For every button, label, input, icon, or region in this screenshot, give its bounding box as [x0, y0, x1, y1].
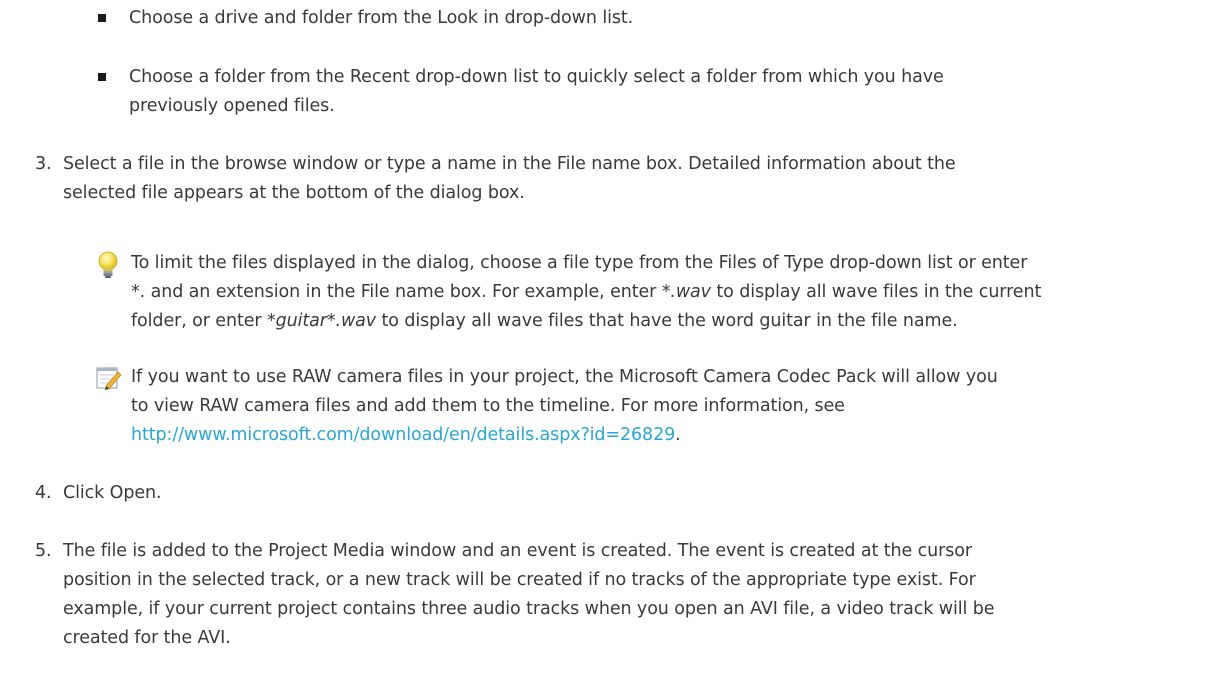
- tip-text-segment: folder, or enter: [131, 311, 267, 331]
- tip-text-line3: folder, or enter *guitar*.wav to display…: [131, 307, 958, 335]
- step-number: 5.: [35, 541, 52, 561]
- step-text: Select a file in the browse window or ty…: [63, 154, 956, 174]
- step-number: 4.: [35, 483, 52, 503]
- step-text: Click Open.: [63, 483, 162, 503]
- bullet-text: Choose a folder from the Recent drop-dow…: [129, 67, 944, 87]
- step-text: The file is added to the Project Media w…: [63, 541, 972, 561]
- lightbulb-icon: [98, 251, 118, 278]
- bullet-text: previously opened files.: [129, 96, 335, 116]
- bullet-text: Choose a drive and folder from the Look …: [129, 8, 634, 28]
- note-link-line: http://www.microsoft.com/download/en/det…: [131, 421, 681, 449]
- tip-example-pattern: *.wav: [661, 282, 711, 302]
- tip-text-segment: to display all wave files in the current: [710, 282, 1042, 302]
- step-number: 3.: [35, 154, 52, 174]
- note-text-segment: .: [675, 425, 681, 445]
- document-page: Choose a drive and folder from the Look …: [0, 0, 1224, 683]
- step-text: created for the AVI.: [63, 628, 231, 648]
- bullet-marker: [98, 73, 106, 81]
- tip-text-segment: *. and an extension in the File name box…: [131, 282, 662, 302]
- step-text: selected file appears at the bottom of t…: [63, 183, 525, 203]
- step-text: example, if your current project contain…: [63, 599, 995, 619]
- microsoft-download-link[interactable]: http://www.microsoft.com/download/en/det…: [131, 425, 675, 445]
- note-text: If you want to use RAW camera files in y…: [131, 367, 998, 387]
- tip-text-segment: to display all wave files that have the …: [376, 311, 958, 331]
- bullet-marker: [98, 14, 106, 22]
- note-text: to view RAW camera files and add them to…: [131, 396, 845, 416]
- tip-example-pattern: *guitar*.wav: [266, 311, 377, 331]
- notepad-pencil-icon: [96, 367, 122, 390]
- tip-text: To limit the files displayed in the dial…: [131, 253, 1028, 273]
- tip-text-line2: *. and an extension in the File name box…: [131, 278, 1041, 306]
- step-text: position in the selected track, or a new…: [63, 570, 976, 590]
